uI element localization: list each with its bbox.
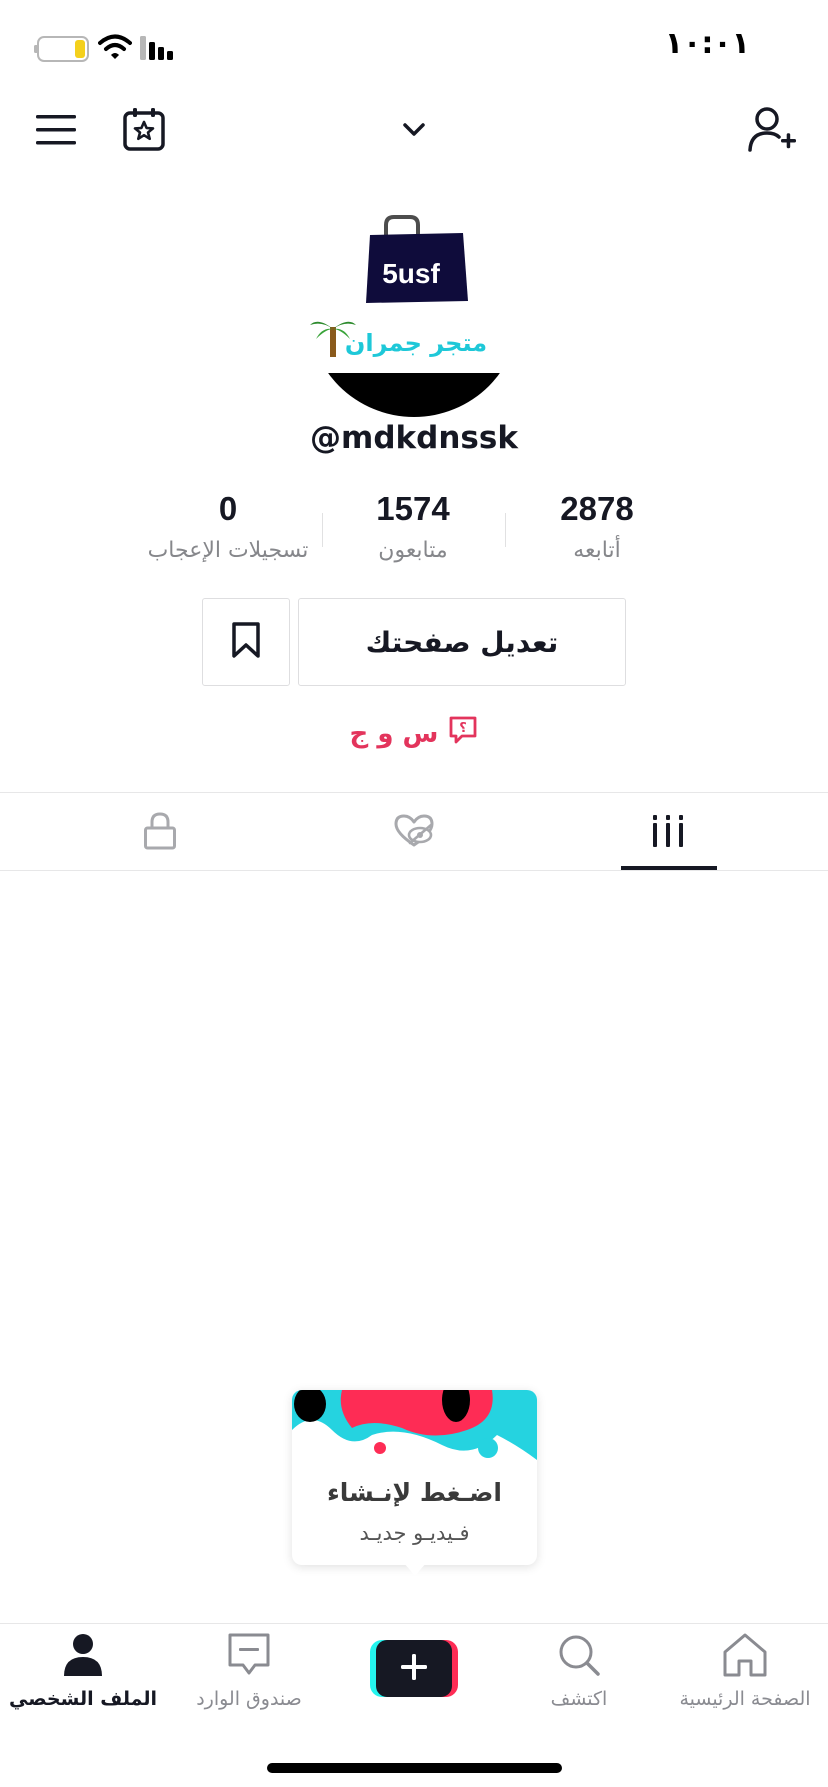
qa-link[interactable]: س و ج ؟ <box>0 715 828 752</box>
nav-discover[interactable]: اكتشف <box>496 1632 662 1722</box>
followers-label: متابعون <box>378 538 448 563</box>
nav-profile-label: الملف الشخصي <box>8 1688 157 1710</box>
nav-home[interactable]: الصفحة الرئيسية <box>662 1632 828 1722</box>
plus-icon <box>400 1653 428 1685</box>
bookmark-icon <box>231 621 261 663</box>
stat-followers[interactable]: 1574 متابعون <box>323 490 503 563</box>
chevron-down-icon[interactable] <box>396 112 432 148</box>
tabs-bottom-divider <box>0 870 828 871</box>
tooltip-title: اضـغط لإنـشاء <box>326 1478 502 1507</box>
avatar-logo-text: 5usf <box>382 258 440 289</box>
stat-following[interactable]: 2878 أتابعه <box>507 490 687 563</box>
svg-text:؟: ؟ <box>460 721 468 736</box>
stat-divider <box>505 513 506 547</box>
create-button-core <box>376 1640 452 1697</box>
tooltip-arrow <box>404 1563 426 1576</box>
followers-count: 1574 <box>376 490 450 527</box>
avatar[interactable]: 5usf متجر جمران <box>308 205 520 417</box>
search-icon <box>556 1632 602 1682</box>
likes-label: تسجيلات الإعجاب <box>147 538 309 563</box>
nav-home-label: الصفحة الرئيسية <box>679 1688 811 1710</box>
tab-liked[interactable] <box>276 795 552 870</box>
create-video-tooltip[interactable]: اضـغط لإنـشاء فـيديـو جديـد <box>292 1390 537 1576</box>
home-icon <box>721 1632 769 1682</box>
signal-icon <box>140 36 178 60</box>
clock: ١٠:٠١ <box>664 26 750 61</box>
avatar-caption: متجر جمران <box>345 329 487 357</box>
nav-profile[interactable]: الملف الشخصي <box>0 1632 166 1722</box>
tooltip-subtitle: فـيديـو جديـد <box>359 1521 470 1545</box>
battery-icon <box>34 36 90 62</box>
qa-label: س و ج <box>349 718 439 749</box>
tooltip-illustration <box>292 1390 537 1490</box>
tab-private[interactable] <box>22 795 298 870</box>
favorites-button[interactable] <box>202 598 290 686</box>
home-indicator <box>267 1763 562 1773</box>
following-count: 2878 <box>560 490 634 527</box>
lock-icon <box>143 811 177 855</box>
status-bar: ١٠:٠١ <box>0 0 828 90</box>
calendar-star-icon[interactable] <box>120 104 168 154</box>
stat-divider <box>322 513 323 547</box>
following-label: أتابعه <box>573 538 621 563</box>
grid-icon <box>651 813 685 853</box>
edit-profile-button[interactable]: تعديل صفحتك <box>298 598 626 686</box>
likes-count: 0 <box>218 490 238 527</box>
wifi-icon <box>98 33 132 61</box>
add-user-icon[interactable] <box>744 104 800 156</box>
tabs-top-divider <box>0 792 828 793</box>
hidden-heart-icon <box>393 813 435 853</box>
hamburger-icon[interactable] <box>32 108 80 152</box>
inbox-icon <box>227 1632 271 1682</box>
nav-inbox-label: صندوق الوارد <box>196 1688 302 1710</box>
question-bubble-icon: ؟ <box>448 715 478 752</box>
username: @mdkdnssk <box>310 420 518 456</box>
tab-videos[interactable] <box>530 795 806 870</box>
nav-discover-label: اكتشف <box>550 1688 608 1710</box>
stat-likes[interactable]: 0 تسجيلات الإعجاب <box>140 490 316 563</box>
profile-icon <box>61 1632 105 1682</box>
create-button[interactable] <box>370 1640 458 1697</box>
nav-inbox[interactable]: صندوق الوارد <box>166 1632 332 1722</box>
